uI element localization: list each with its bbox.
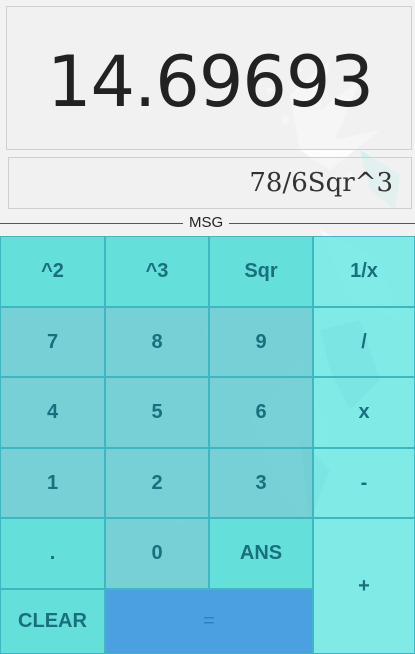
expression-display: 78/6Sqr^3: [8, 157, 412, 209]
equals-button[interactable]: =: [105, 589, 313, 654]
cube-button[interactable]: ^3: [105, 236, 209, 307]
clear-button[interactable]: CLEAR: [0, 589, 105, 654]
three-button[interactable]: 3: [209, 448, 313, 518]
result-display: 14.69693: [6, 6, 412, 150]
two-button[interactable]: 2: [105, 448, 209, 518]
sqrt-button[interactable]: Sqr: [209, 236, 313, 307]
reciprocal-button[interactable]: 1/x: [313, 236, 415, 307]
message-label: MSG: [183, 214, 230, 231]
answer-button[interactable]: ANS: [209, 518, 313, 589]
square-button[interactable]: ^2: [0, 236, 105, 307]
decimal-button[interactable]: .: [0, 518, 105, 589]
expression-value: 78/6Sqr^3: [249, 168, 393, 198]
result-value: 14.69693: [46, 41, 373, 123]
eight-button[interactable]: 8: [105, 307, 209, 377]
minus-button[interactable]: -: [313, 448, 415, 518]
four-button[interactable]: 4: [0, 377, 105, 448]
keypad: ^2 ^3 Sqr 1/x 7 8 9 / 4 5 6 x 1 2 3 - . …: [0, 236, 415, 654]
five-button[interactable]: 5: [105, 377, 209, 448]
seven-button[interactable]: 7: [0, 307, 105, 377]
one-button[interactable]: 1: [0, 448, 105, 518]
multiply-button[interactable]: x: [313, 377, 415, 448]
zero-button[interactable]: 0: [105, 518, 209, 589]
nine-button[interactable]: 9: [209, 307, 313, 377]
plus-button[interactable]: +: [313, 518, 415, 654]
divide-button[interactable]: /: [313, 307, 415, 377]
six-button[interactable]: 6: [209, 377, 313, 448]
